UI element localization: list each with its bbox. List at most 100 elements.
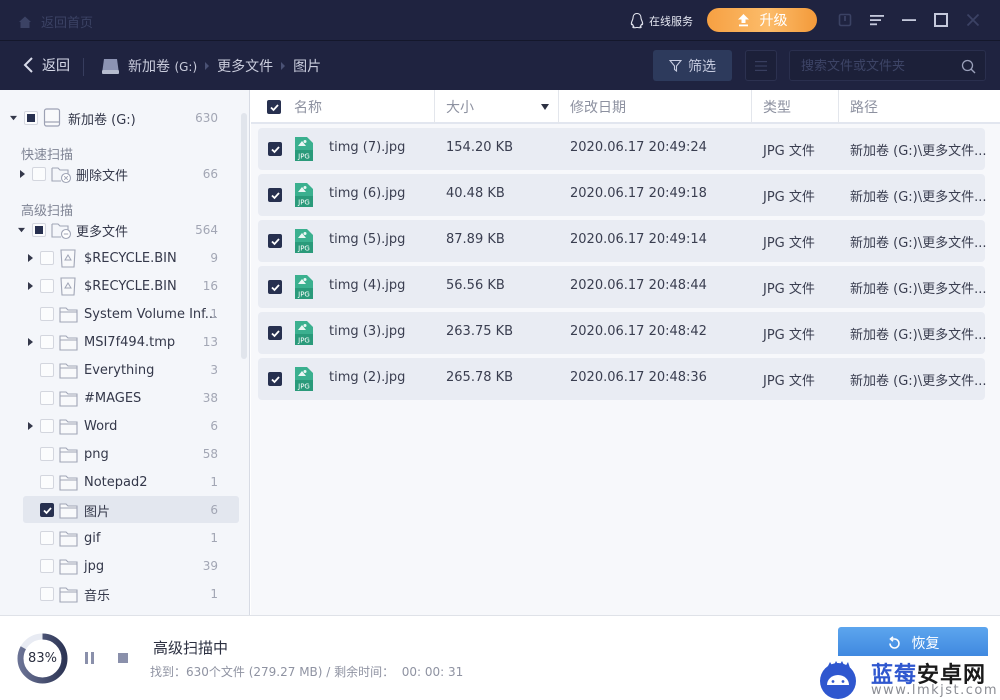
column-header-path[interactable]: 路径 [850,90,878,124]
tree-item[interactable]: System Volume Inf... 1 [0,301,240,327]
caret-right-icon[interactable] [27,254,34,262]
table-row[interactable]: JPG timg (7).jpg 154.20 KB 2020.06.17 20:49… [258,128,987,170]
tree-item[interactable]: Everything 3 [0,357,240,383]
stop-icon[interactable] [118,653,128,663]
svg-text:JPG: JPG [297,383,310,391]
cell-name: timg (7).jpg [329,140,406,155]
sidebar-scrollbar[interactable] [241,113,247,359]
caret-right-icon[interactable] [19,170,26,178]
svg-text:JPG: JPG [297,337,310,345]
tree-item-count: 39 [202,559,218,573]
checkbox-unchecked[interactable] [40,307,54,321]
column-header-name[interactable]: 名称 [294,90,322,124]
column-divider[interactable] [751,90,752,124]
caret-down-icon[interactable] [18,226,25,234]
tree-item[interactable]: Word 6 [0,413,240,439]
sort-descending-icon[interactable] [541,104,549,110]
breadcrumb-item-more-files[interactable]: 更多文件 [217,56,273,76]
table-row[interactable]: JPG timg (5).jpg 87.89 KB 2020.06.17 20:49:… [258,220,987,262]
minimize-button[interactable] [900,11,918,29]
caret-down-icon[interactable] [10,114,17,122]
checkbox-unchecked[interactable] [40,335,54,349]
row-checkbox[interactable] [268,372,282,386]
table-row[interactable]: JPG timg (6).jpg 40.48 KB 2020.06.17 20:49:… [258,174,987,216]
checkbox-unchecked[interactable] [40,475,54,489]
pause-icon[interactable] [84,652,95,664]
tree-item-more-files[interactable]: 更多文件 564 [0,217,240,243]
folder-icon [59,390,78,407]
caret-right-icon[interactable] [27,338,34,346]
tree-item-deleted-files[interactable]: 删除文件 66 [0,161,240,187]
checkbox-unchecked[interactable] [32,167,46,181]
checkbox-partial[interactable] [24,111,38,125]
filter-button[interactable]: 筛选 [653,50,732,81]
online-service-button[interactable]: 在线服务 [629,12,693,29]
feedback-button[interactable] [836,11,854,29]
row-checkbox[interactable] [268,142,282,156]
tree-item[interactable]: MSI7f494.tmp 13 [0,329,240,355]
tree-item[interactable]: #MAGES 38 [0,385,240,411]
checkbox-unchecked[interactable] [40,251,54,265]
checkbox-unchecked[interactable] [40,363,54,377]
search-icon[interactable] [961,59,976,74]
checkbox-unchecked[interactable] [40,587,54,601]
checkbox-checked[interactable] [40,503,54,517]
close-button[interactable] [964,11,982,29]
breadcrumb: 新加卷 (G:) 更多文件 图片 [101,56,321,76]
tree-item[interactable]: Notepad2 1 [0,469,240,495]
checkbox-unchecked[interactable] [40,419,54,433]
tree-item[interactable]: $RECYCLE.BIN 9 [0,245,240,271]
row-checkbox[interactable] [268,326,282,340]
tree-item[interactable]: gif 1 [0,525,240,551]
checkbox-unchecked[interactable] [40,447,54,461]
checkbox-unchecked[interactable] [40,391,54,405]
column-header-type[interactable]: 类型 [763,90,791,124]
cell-type: JPG 文件 [763,190,815,205]
column-header-modified[interactable]: 修改日期 [570,90,626,124]
tree-item-label: $RECYCLE.BIN [84,278,177,294]
column-divider[interactable] [434,90,435,124]
caret-right-icon[interactable] [27,282,34,290]
row-checkbox[interactable] [268,234,282,248]
menu-icon [870,15,884,26]
tree-item[interactable]: 音乐 1 [0,581,240,607]
close-icon [966,13,980,27]
tree-item-drive-root[interactable]: 新加卷 (G:) 630 [0,105,240,131]
table-row[interactable]: JPG timg (4).jpg 56.56 KB 2020.06.17 20:48:… [258,266,987,308]
column-divider[interactable] [558,90,559,124]
back-to-home-button[interactable]: 返回首页 [17,12,93,31]
tree-item[interactable]: $RECYCLE.BIN 16 [0,273,240,299]
recycle-bin-icon [60,248,76,268]
list-view-button[interactable] [745,50,777,81]
main-menu-button[interactable] [868,11,886,29]
checkbox-unchecked[interactable] [40,531,54,545]
row-checkbox[interactable] [268,188,282,202]
cell-path: 新加卷 (G:)\更多文件... [850,374,987,389]
minimize-icon [902,19,916,21]
breadcrumb-item-pictures[interactable]: 图片 [293,56,321,76]
maximize-button[interactable] [932,11,950,29]
tree-item[interactable]: png 58 [0,441,240,467]
tree-item-label: 删除文件 [76,168,129,184]
column-header-size[interactable]: 大小 [446,90,474,124]
tree-item-count: 630 [195,111,218,125]
search-input[interactable] [801,57,951,75]
select-all-checkbox[interactable] [267,100,281,114]
caret-right-icon[interactable] [27,422,34,430]
tree-item-label: 更多文件 [76,224,129,240]
checkbox-unchecked[interactable] [40,559,54,573]
table-row[interactable]: JPG timg (3).jpg 263.75 KB 2020.06.17 20:48… [258,312,987,354]
checkbox-unchecked[interactable] [40,279,54,293]
breadcrumb-item-drive[interactable]: 新加卷 (G:) [128,56,197,76]
column-divider[interactable] [838,90,839,124]
tree-item[interactable]: 图片 6 [0,496,240,523]
table-row[interactable]: JPG timg (2).jpg 265.78 KB 2020.06.17 20:48… [258,358,987,400]
checkmark-icon [271,146,280,154]
row-checkbox[interactable] [268,280,282,294]
recover-button[interactable]: 恢复 [838,627,988,659]
checkbox-partial[interactable] [32,223,46,237]
back-button[interactable]: 返回 [22,55,70,75]
tree-item[interactable]: jpg 39 [0,553,240,579]
tree-item-count: 1 [210,475,218,489]
upgrade-button[interactable]: 升级 [707,8,817,32]
